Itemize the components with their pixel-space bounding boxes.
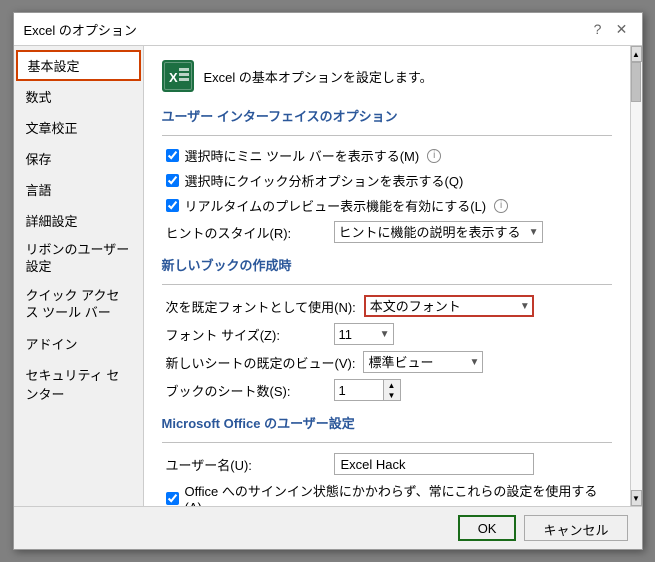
checkbox-row-2: 選択時にクイック分析オプションを表示する(Q) — [162, 171, 612, 190]
fontsize-row: フォント サイズ(Z): 11 ▼ — [162, 323, 612, 345]
hint-style-row: ヒントのスタイル(R): ヒントに機能の説明を表示する ▼ — [162, 221, 612, 243]
scroll-track — [631, 62, 642, 490]
sidebar-item-quick[interactable]: クイック アクセス ツール バー — [14, 282, 143, 328]
spin-up[interactable]: ▲ — [384, 380, 400, 390]
sidebar-item-bunsho[interactable]: 文章校正 — [14, 112, 143, 143]
dialog-title: Excel のオプション — [24, 20, 137, 39]
sidebar-item-sushiki[interactable]: 数式 — [14, 81, 143, 112]
hint-style-label: ヒントのスタイル(R): — [166, 223, 326, 242]
office-section-title: Microsoft Office のユーザー設定 — [162, 413, 612, 432]
main-content: X Excel の基本オプションを設定します。 ユーザー インターフェイスのオプ… — [144, 46, 630, 506]
spin-buttons: ▲ ▼ — [384, 379, 401, 401]
sidebar-item-hozon[interactable]: 保存 — [14, 143, 143, 174]
info-icon-2[interactable]: i — [494, 199, 508, 213]
header-description: Excel の基本オプションを設定します。 — [204, 67, 433, 86]
fontsize-label: フォント サイズ(Z): — [166, 325, 326, 344]
sheets-spin: ▲ ▼ — [334, 379, 401, 401]
footer: OK キャンセル — [14, 506, 642, 549]
view-select[interactable]: 標準ビュー — [363, 351, 483, 373]
new-book-section-title: 新しいブックの作成時 — [162, 255, 612, 274]
svg-text:X: X — [169, 70, 178, 85]
hint-style-select[interactable]: ヒントに機能の説明を表示する — [334, 221, 543, 243]
checkbox-realtime-preview[interactable] — [166, 199, 179, 212]
info-icon-1[interactable]: i — [427, 149, 441, 163]
sidebar-item-gengo[interactable]: 言語 — [14, 174, 143, 205]
sidebar-item-ribbon[interactable]: リボンのユーザー設定 — [14, 236, 143, 282]
dialog-body: 基本設定 数式 文章校正 保存 言語 詳細設定 リボンのユーザー設定 クイック … — [14, 46, 642, 506]
checkbox2-label: 選択時にクイック分析オプションを表示する(Q) — [185, 171, 464, 190]
fontsize-select-wrapper: 11 ▼ — [334, 323, 394, 345]
scroll-up-btn[interactable]: ▲ — [631, 46, 642, 62]
sidebar-item-kihon[interactable]: 基本設定 — [16, 50, 141, 81]
title-bar-controls: ? ✕ — [588, 19, 632, 39]
cancel-button[interactable]: キャンセル — [524, 515, 627, 541]
sidebar-item-addin[interactable]: アドイン — [14, 328, 143, 359]
sidebar-item-security[interactable]: セキュリティ センター — [14, 359, 143, 409]
ui-section-title: ユーザー インターフェイスのオプション — [162, 106, 612, 125]
scroll-down-btn[interactable]: ▼ — [631, 490, 642, 506]
new-book-divider — [162, 284, 612, 285]
sidebar-item-shosai[interactable]: 詳細設定 — [14, 205, 143, 236]
excel-logo-svg: X — [164, 62, 192, 90]
scroll-thumb[interactable] — [631, 62, 641, 102]
hint-style-select-wrapper: ヒントに機能の説明を表示する ▼ — [334, 221, 543, 243]
checkbox-row-1: 選択時にミニ ツール バーを表示する(M) i — [162, 146, 612, 165]
ui-divider — [162, 135, 612, 136]
username-input[interactable] — [334, 453, 534, 475]
checkbox-row-3: リアルタイムのプレビュー表示機能を有効にする(L) i — [162, 196, 612, 215]
font-row: 次を既定フォントとして使用(N): 本文のフォント ▼ — [162, 295, 612, 317]
ok-button[interactable]: OK — [458, 515, 517, 541]
sheets-row: ブックのシート数(S): ▲ ▼ — [162, 379, 612, 401]
sheets-label: ブックのシート数(S): — [166, 381, 326, 400]
username-label: ユーザー名(U): — [166, 455, 326, 474]
close-button[interactable]: ✕ — [612, 19, 632, 39]
font-select[interactable]: 本文のフォント — [364, 295, 534, 317]
view-select-wrapper: 標準ビュー ▼ — [363, 351, 483, 373]
scrollbar: ▲ ▼ — [630, 46, 642, 506]
spin-down[interactable]: ▼ — [384, 390, 400, 400]
checkbox-always[interactable] — [166, 492, 179, 505]
font-select-wrapper: 本文のフォント ▼ — [364, 295, 534, 317]
header-area: X Excel の基本オプションを設定します。 — [162, 60, 612, 92]
always-checkbox-row: Office へのサインイン状態にかかわらず、常にこれらの設定を使用する(A) — [162, 481, 612, 506]
font-label: 次を既定フォントとして使用(N): — [166, 297, 356, 316]
checkbox-quick-analysis[interactable] — [166, 174, 179, 187]
fontsize-select[interactable]: 11 — [334, 323, 394, 345]
checkbox1-label: 選択時にミニ ツール バーを表示する(M) — [185, 146, 420, 165]
view-label: 新しいシートの既定のビュー(V): — [166, 353, 356, 372]
checkbox-mini-toolbar[interactable] — [166, 149, 179, 162]
sheets-input[interactable] — [334, 379, 384, 401]
checkbox3-label: リアルタイムのプレビュー表示機能を有効にする(L) — [185, 196, 487, 215]
title-bar: Excel のオプション ? ✕ — [14, 13, 642, 46]
always-label: Office へのサインイン状態にかかわらず、常にこれらの設定を使用する(A) — [185, 481, 612, 506]
excel-options-dialog: Excel のオプション ? ✕ 基本設定 数式 文章校正 保存 言語 詳細設定… — [13, 12, 643, 550]
sidebar: 基本設定 数式 文章校正 保存 言語 詳細設定 リボンのユーザー設定 クイック … — [14, 46, 144, 506]
help-button[interactable]: ? — [588, 19, 608, 39]
username-row: ユーザー名(U): — [162, 453, 612, 475]
view-row: 新しいシートの既定のビュー(V): 標準ビュー ▼ — [162, 351, 612, 373]
excel-icon: X — [162, 60, 194, 92]
office-divider — [162, 442, 612, 443]
